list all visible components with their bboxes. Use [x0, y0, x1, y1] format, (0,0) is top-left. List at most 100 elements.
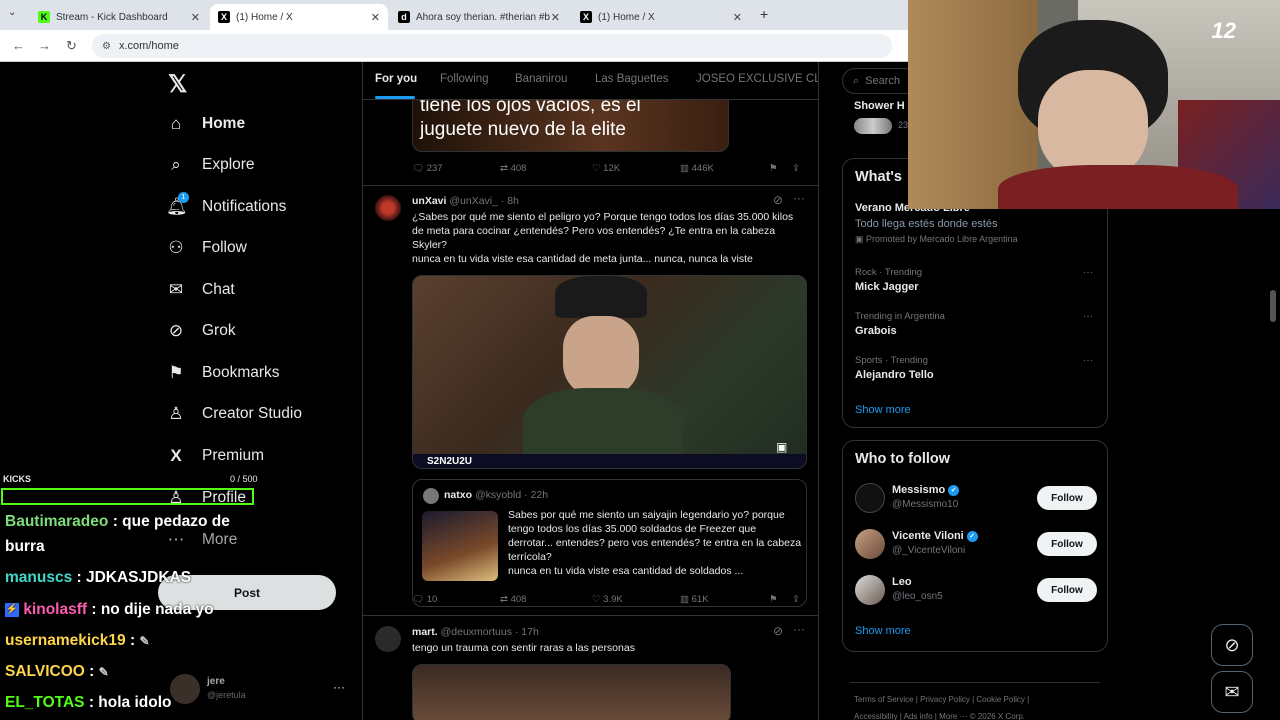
kick-favicon-icon: K: [38, 11, 50, 23]
tab-bananirou[interactable]: Bananirou: [515, 73, 567, 85]
bookmark-icon: ⚑: [168, 363, 184, 382]
tab-joseo-exclusive[interactable]: JOSEO EXCLUSIVE CLU: [696, 73, 818, 85]
avatar[interactable]: [375, 626, 401, 652]
nav-label: Notifications: [202, 198, 287, 215]
nav-bookmarks[interactable]: ⚑ Bookmarks: [166, 363, 280, 383]
more-icon[interactable]: ···: [1083, 267, 1093, 278]
avatar[interactable]: [375, 195, 401, 221]
browser-tab-kick[interactable]: K Stream - Kick Dashboard ✕: [30, 4, 208, 30]
url-field[interactable]: ⚙ x.com/home: [92, 34, 892, 58]
suggested-user-name[interactable]: Messismo ✓: [892, 484, 960, 496]
chat-input[interactable]: [1, 488, 254, 505]
post-media[interactable]: [412, 664, 731, 720]
grok-icon: ⊘: [1224, 634, 1240, 655]
site-info-icon[interactable]: ⚙: [102, 41, 111, 52]
trend-name[interactable]: Alejandro Tello: [855, 369, 934, 381]
footer-links-2[interactable]: Accessibility | Ads info | More ··· © 20…: [854, 712, 1025, 720]
close-icon[interactable]: ✕: [733, 11, 742, 24]
tab-search-dropdown-icon[interactable]: ⌄: [8, 7, 16, 18]
media-alt-icon[interactable]: ▣: [776, 440, 787, 454]
nav-home[interactable]: ⌂ Home: [166, 114, 245, 134]
channel-logo: 12: [1211, 18, 1236, 43]
more-icon[interactable]: ···: [793, 191, 805, 205]
follow-button[interactable]: Follow: [1037, 578, 1097, 602]
verified-icon: ✓: [966, 530, 978, 542]
follow-button[interactable]: Follow: [1037, 532, 1097, 556]
avatar[interactable]: [855, 575, 885, 605]
follow-button[interactable]: Follow: [1037, 486, 1097, 510]
nav-grok[interactable]: ⊘ Grok: [166, 321, 236, 341]
x-logo-icon[interactable]: 𝕏: [168, 70, 187, 99]
messages-floating-button[interactable]: ✉: [1211, 671, 1253, 713]
nav-creator-studio[interactable]: ♙ Creator Studio: [166, 404, 302, 424]
quoted-post[interactable]: natxo @ksyobld · 22h Sabes por qué me si…: [412, 479, 807, 607]
tab-title: Stream - Kick Dashboard: [56, 11, 168, 23]
repost-button[interactable]: ⇄ 408: [500, 163, 526, 174]
nav-notifications[interactable]: 🔔︎ 1 Notifications: [166, 192, 287, 217]
reply-button[interactable]: 🗨︎ 237: [412, 163, 443, 174]
who-to-follow-title: Who to follow: [855, 451, 951, 467]
new-tab-button[interactable]: +: [760, 6, 768, 22]
close-icon[interactable]: ✕: [191, 11, 200, 24]
show-more-link[interactable]: Show more: [855, 404, 911, 416]
post-actions: [412, 220, 807, 234]
share-icon[interactable]: ⇪: [792, 594, 800, 605]
back-icon[interactable]: ←: [12, 38, 25, 53]
tab-following[interactable]: Following: [440, 73, 489, 85]
post-author[interactable]: mart. @deuxmortuus · 17h: [412, 626, 539, 638]
share-icon[interactable]: ⇪: [792, 163, 800, 174]
repost-button[interactable]: ⇄ 408: [500, 594, 526, 605]
post-media-video[interactable]: S2N2U2U ▣: [412, 275, 807, 469]
bookmark-icon[interactable]: ⚑: [769, 163, 778, 174]
author-name: natxo: [444, 489, 473, 501]
like-button[interactable]: ♡ 3.9K: [592, 594, 623, 605]
shower-title: Shower H: [854, 100, 905, 112]
post-unxavi[interactable]: unXavi @unXavi_ · 8h ⊘ ··· ¿Sabes por qu…: [363, 186, 818, 611]
nav-chat[interactable]: ✉ Chat: [166, 280, 235, 300]
forward-icon[interactable]: →: [38, 38, 51, 53]
like-button[interactable]: ♡ 12K: [592, 163, 620, 174]
nav-label: Bookmarks: [202, 364, 280, 381]
chat-username: manuscs: [5, 569, 73, 586]
reload-icon[interactable]: ↻: [66, 38, 77, 54]
browser-tab-x-home[interactable]: X (1) Home / X ✕: [210, 4, 388, 30]
avatar[interactable]: [855, 529, 885, 559]
author-name: unXavi: [412, 195, 447, 207]
views-button[interactable]: ▥ 446K: [680, 163, 714, 174]
more-icon[interactable]: ···: [1083, 355, 1093, 366]
post-author[interactable]: unXavi @unXavi_ · 8h: [412, 195, 519, 207]
browser-tab-x-home-2[interactable]: X (1) Home / X ✕: [572, 4, 750, 30]
suggested-user-handle: @Messismo10: [892, 499, 959, 510]
views-button[interactable]: ▥ 61K: [680, 594, 709, 605]
tab-title: (1) Home / X: [236, 11, 293, 23]
reply-button[interactable]: 🗨︎ 10: [412, 594, 437, 605]
tab-las-baguettes[interactable]: Las Baguettes: [595, 73, 669, 85]
more-icon[interactable]: ···: [333, 680, 345, 694]
grok-icon[interactable]: ⊘: [773, 624, 783, 638]
suggested-user-name[interactable]: Vicente Viloni ✓: [892, 530, 978, 542]
scrollbar[interactable]: [1270, 290, 1276, 322]
screen: { "browser": { "tabs": [ {"title": "Stre…: [0, 0, 1280, 720]
nav-explore[interactable]: ⌕ Explore: [166, 155, 254, 175]
browser-tab-tiktok[interactable]: d Ahora soy therian. #therian #b ✕: [390, 4, 568, 30]
nav-follow[interactable]: ⚇ Follow: [166, 238, 246, 258]
tab-for-you[interactable]: For you: [375, 73, 417, 85]
more-icon[interactable]: ···: [1083, 311, 1093, 322]
trend-name[interactable]: Grabois: [855, 325, 897, 337]
grok-floating-button[interactable]: ⊘: [1211, 624, 1253, 666]
footer-links-1[interactable]: Terms of Service | Privacy Policy | Cook…: [854, 695, 1029, 704]
media-overlay-text: S2N2U2U: [427, 456, 473, 467]
trend-name[interactable]: Mick Jagger: [855, 281, 919, 293]
close-icon[interactable]: ✕: [371, 11, 380, 24]
suggested-user-name[interactable]: Leo: [892, 576, 912, 588]
avatar[interactable]: [855, 483, 885, 513]
show-more-link[interactable]: Show more: [855, 625, 911, 637]
grok-icon[interactable]: ⊘: [773, 193, 783, 207]
shower-count: 23: [898, 120, 909, 130]
bookmark-icon[interactable]: ⚑: [769, 594, 778, 605]
nav-premium[interactable]: X Premium: [166, 446, 264, 466]
post-mart[interactable]: mart. @deuxmortuus · 17h ⊘ ··· tengo un …: [363, 616, 818, 720]
more-icon[interactable]: ···: [793, 622, 805, 636]
nav-label: Grok: [202, 322, 236, 339]
close-icon[interactable]: ✕: [551, 11, 560, 24]
